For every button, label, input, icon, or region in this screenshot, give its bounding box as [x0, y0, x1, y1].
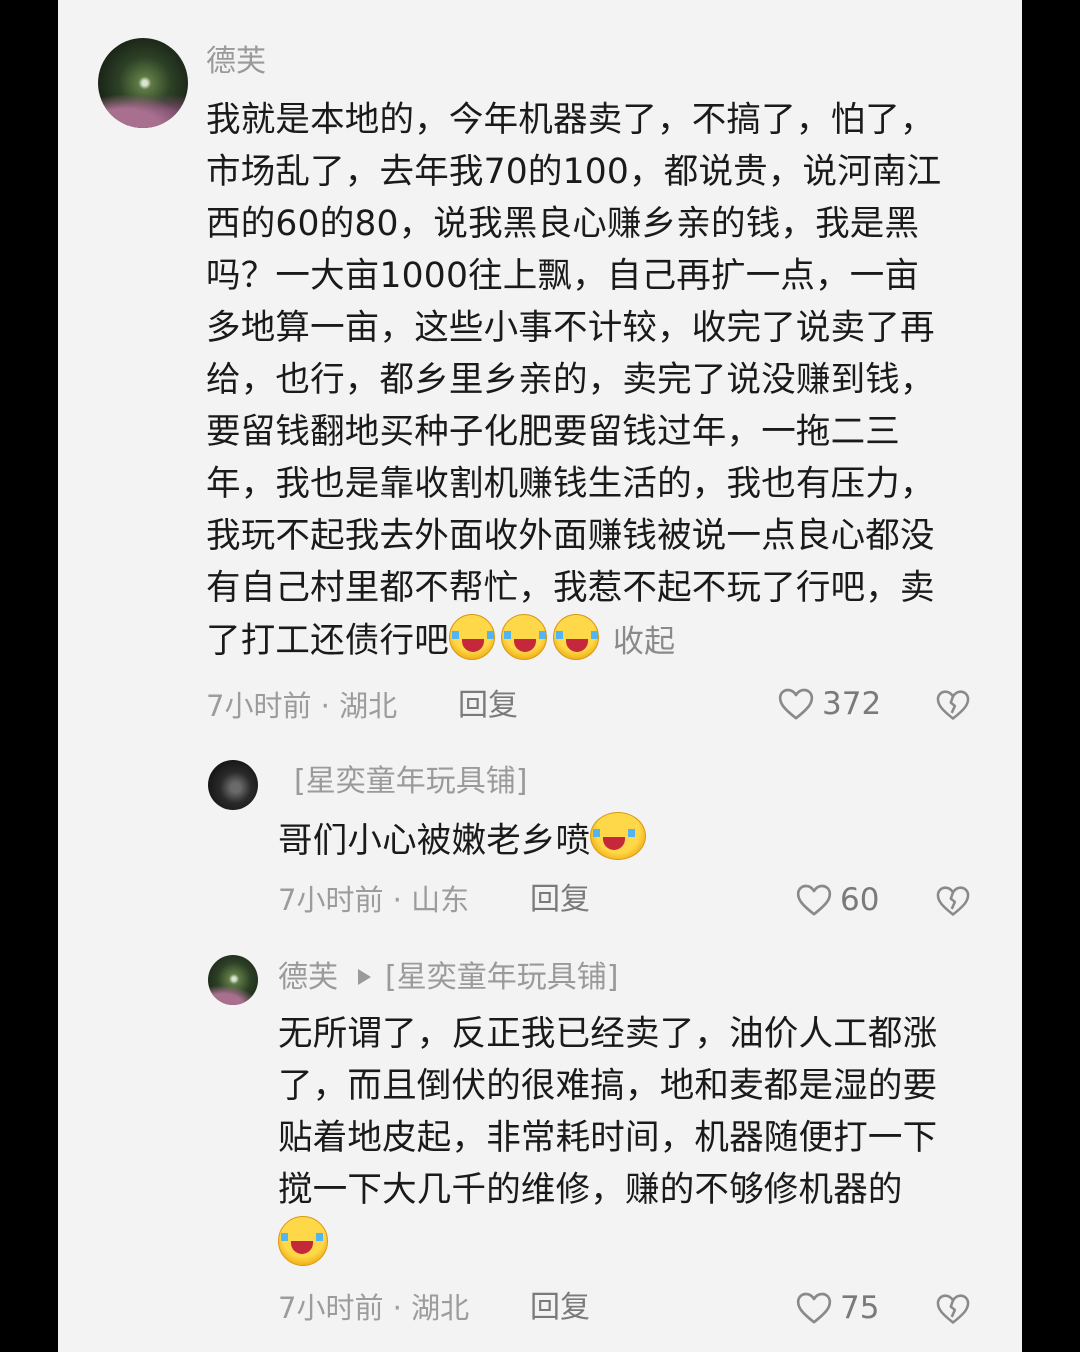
comment-line: 要留钱翻地买种子化肥要留钱过年，一拖二三	[206, 412, 900, 452]
meta-separator: ·	[383, 1291, 412, 1325]
heart-outline-icon	[778, 688, 814, 720]
avatar[interactable]	[98, 38, 188, 128]
like-count: 60	[840, 882, 880, 918]
comment-last-line: 了打工还债行吧 收起	[206, 614, 941, 668]
crying-laughing-emoji-icon	[448, 614, 495, 660]
comment-line: 吗？一大亩1000往上飘，自己再扩一点，一亩	[206, 256, 920, 296]
heart-outline-icon	[796, 884, 832, 916]
reply-body[interactable]: 无所谓了，反正我已经卖了，油价人工都涨 了，而且倒伏的很难搞，地和麦都是湿的要 …	[278, 1008, 937, 1273]
heart-outline-icon	[796, 1292, 832, 1324]
comment-line: 我就是本地的，今年机器卖了，不搞了，怕了，	[206, 100, 935, 140]
reply-body[interactable]: 哥们小心被嫩老乡喷	[278, 812, 652, 867]
reply-time: 7小时前	[278, 1291, 384, 1325]
comment-location: 湖北	[339, 689, 398, 723]
like-button[interactable]: 60	[794, 880, 879, 920]
dislike-button[interactable]	[934, 686, 972, 728]
comment-meta: 7小时前 · 湖北	[206, 686, 397, 726]
reply-username[interactable]: 德芙	[278, 960, 338, 995]
meta-separator: ·	[311, 689, 340, 723]
broken-heart-icon	[936, 886, 970, 916]
crying-laughing-emoji-icon	[278, 1216, 328, 1266]
crying-laughing-emoji-icon	[552, 614, 599, 660]
reply-line: 搅一下大几千的维修，赚的不够修机器的	[278, 1170, 903, 1210]
comment-line: 年，我也是靠收割机赚钱生活的，我也有压力，	[206, 464, 935, 504]
reply-button[interactable]: 回复	[458, 686, 518, 726]
like-button[interactable]: 75	[794, 1288, 879, 1328]
reply-to-username[interactable]: [星奕童年玩具铺]	[385, 960, 618, 995]
like-button[interactable]: 372	[776, 684, 881, 724]
comment-line: 了打工还债行吧	[206, 621, 449, 661]
comment-line: 西的60的80，说我黑良心赚乡亲的钱，我是黑	[206, 204, 920, 244]
reply-username[interactable]: [星奕童年玩具铺]	[294, 762, 527, 802]
laughing-tears-emoji-icon	[590, 812, 647, 860]
reply-meta: 7小时前 · 湖北	[278, 1288, 469, 1328]
comment-line: 给，也行，都乡里乡亲的，卖完了说没赚到钱，	[206, 360, 935, 400]
reply-line: 了，而且倒伏的很难搞，地和麦都是湿的要	[278, 1066, 938, 1106]
reply-line: 贴着地皮起，非常耗时间，机器随便打一下	[278, 1118, 938, 1158]
comment-line: 市场乱了，去年我70的100，都说贵，说河南江	[206, 152, 942, 192]
comment-line: 有自己村里都不帮忙，我惹不起不玩了行吧，卖	[206, 568, 935, 608]
like-count: 372	[822, 686, 882, 722]
reply-line: 无所谓了，反正我已经卖了，油价人工都涨	[278, 1014, 938, 1054]
comment-username[interactable]: 德芙	[206, 42, 266, 82]
reply-location: 湖北	[411, 1291, 470, 1325]
meta-separator: ·	[383, 883, 412, 917]
comment-panel: 德芙 我就是本地的，今年机器卖了，不搞了，怕了， 市场乱了，去年我70的100，…	[58, 0, 1022, 1352]
reply-button[interactable]: 回复	[530, 1288, 590, 1328]
reply-header: 德芙 [星奕童年玩具铺]	[278, 958, 618, 998]
like-count: 75	[840, 1290, 880, 1326]
comment-body[interactable]: 我就是本地的，今年机器卖了，不搞了，怕了， 市场乱了，去年我70的100，都说贵…	[206, 94, 941, 668]
reply-avatar[interactable]	[208, 760, 258, 810]
reply-location: 山东	[411, 883, 470, 917]
comment-line: 我玩不起我去外面收外面赚钱被说一点良心都没	[206, 516, 935, 556]
reply-avatar[interactable]	[208, 955, 258, 1005]
dislike-button[interactable]	[934, 1290, 972, 1332]
reply-button[interactable]: 回复	[530, 880, 590, 920]
broken-heart-icon	[936, 1294, 970, 1324]
reply-arrow-icon	[358, 969, 371, 985]
comment-time: 7小时前	[206, 689, 312, 723]
comment-line: 多地算一亩，这些小事不计较，收完了说卖了再	[206, 308, 935, 348]
reply-time: 7小时前	[278, 883, 384, 917]
reply-meta: 7小时前 · 山东	[278, 880, 469, 920]
reply-line: 哥们小心被嫩老乡喷	[278, 821, 591, 861]
collapse-link[interactable]: 收起	[613, 624, 675, 660]
dislike-button[interactable]	[934, 882, 972, 924]
broken-heart-icon	[936, 690, 970, 720]
crying-laughing-emoji-icon	[500, 614, 547, 660]
